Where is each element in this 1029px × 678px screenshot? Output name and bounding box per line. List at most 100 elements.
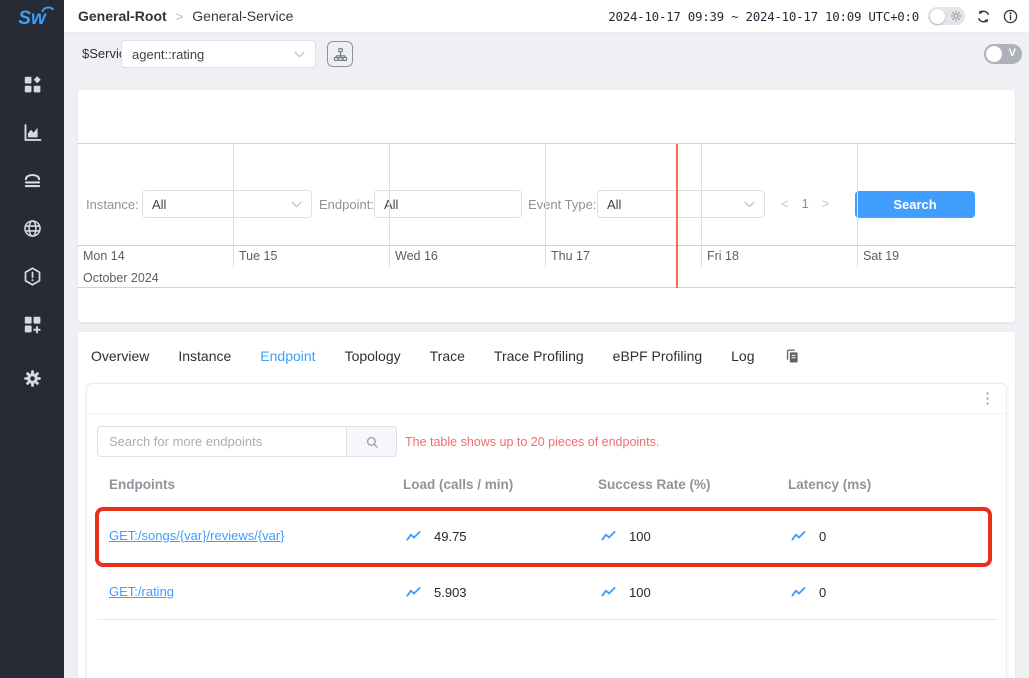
trend-chart-icon[interactable] bbox=[791, 586, 806, 598]
breadcrumb-separator: > bbox=[176, 9, 184, 24]
widget-header: ⋮ bbox=[87, 384, 1006, 414]
org-chart-icon bbox=[333, 47, 348, 62]
success-rate-value: 100 bbox=[629, 529, 651, 544]
sidebar-item-database[interactable] bbox=[20, 169, 44, 191]
endpoint-link[interactable]: GET:/songs/{var}/reviews/{var} bbox=[109, 528, 285, 543]
endpoint-search bbox=[97, 426, 397, 457]
row-divider bbox=[97, 619, 997, 620]
endpoint-limit-notice: The table shows up to 20 pieces of endpo… bbox=[405, 435, 659, 449]
timezone-value: UTC+0:0 bbox=[868, 9, 919, 24]
widget-menu-button[interactable]: ⋮ bbox=[980, 389, 995, 409]
version-toggle-knob bbox=[986, 46, 1002, 62]
sidebar-item-network[interactable] bbox=[20, 217, 44, 239]
theme-toggle[interactable] bbox=[928, 7, 965, 25]
service-select[interactable]: agent::rating bbox=[121, 40, 316, 68]
sidebar-item-dashboards[interactable] bbox=[20, 73, 44, 95]
time-range-value: 2024-10-17 09:39 ~ 2024-10-17 10:09 bbox=[608, 9, 861, 24]
service-select-value: agent::rating bbox=[132, 47, 294, 62]
sidebar-nav bbox=[20, 73, 44, 389]
top-bar: General-Root > General-Service 2024-10-1… bbox=[64, 0, 1029, 33]
tab-ebpf-profiling[interactable]: eBPF Profiling bbox=[613, 348, 702, 364]
refresh-icon bbox=[975, 8, 992, 25]
latency-value: 0 bbox=[819, 529, 826, 544]
globe-icon bbox=[22, 218, 43, 239]
gear-icon bbox=[22, 368, 43, 389]
timeline-column bbox=[78, 144, 234, 245]
tab-topology[interactable]: Topology bbox=[345, 348, 401, 364]
tab-trace[interactable]: Trace bbox=[430, 348, 465, 364]
copy-tab-button[interactable] bbox=[784, 347, 802, 365]
day-label: Tue 15 bbox=[234, 246, 390, 267]
refresh-button[interactable] bbox=[974, 7, 992, 25]
events-timeline-chart[interactable]: Mon 14 Tue 15 Wed 16 Thu 17 Fri 18 Sat 1… bbox=[78, 143, 1015, 288]
endpoint-list-widget: ⋮ The table shows up to 20 pieces of end… bbox=[86, 383, 1007, 678]
column-endpoints: Endpoints bbox=[109, 477, 403, 492]
service-topology-button[interactable] bbox=[327, 41, 353, 67]
skywalking-logo[interactable]: Sw bbox=[18, 5, 45, 33]
dashboard-tabs: Overview Instance Endpoint Topology Trac… bbox=[91, 341, 802, 371]
timeline-day-labels: Mon 14 Tue 15 Wed 16 Thu 17 Fri 18 Sat 1… bbox=[78, 246, 1015, 267]
timeline-column bbox=[546, 144, 702, 245]
day-label: Fri 18 bbox=[702, 246, 858, 267]
alert-hexagon-icon bbox=[22, 266, 43, 287]
version-toggle-label: V bbox=[1009, 47, 1016, 59]
dashboard-panel: Overview Instance Endpoint Topology Trac… bbox=[78, 332, 1015, 678]
load-value: 49.75 bbox=[434, 529, 467, 544]
trend-chart-icon[interactable] bbox=[601, 586, 616, 598]
tab-log[interactable]: Log bbox=[731, 348, 754, 364]
endpoint-table-row: GET:/rating 5.903 100 0 bbox=[109, 565, 994, 619]
timeline-plot-area bbox=[78, 144, 1015, 246]
endpoint-search-button[interactable] bbox=[346, 426, 397, 457]
column-latency: Latency (ms) bbox=[788, 477, 994, 492]
current-time-marker bbox=[676, 144, 678, 288]
endpoint-table-row: GET:/songs/{var}/reviews/{var} 49.75 100… bbox=[109, 507, 994, 565]
latency-value: 0 bbox=[819, 585, 826, 600]
trend-chart-icon[interactable] bbox=[406, 586, 421, 598]
sun-icon bbox=[950, 10, 962, 22]
tab-overview[interactable]: Overview bbox=[91, 348, 149, 364]
sidebar-item-settings[interactable] bbox=[20, 367, 44, 389]
timeline-column bbox=[390, 144, 546, 245]
column-success-rate: Success Rate (%) bbox=[598, 477, 788, 492]
tab-endpoint[interactable]: Endpoint bbox=[260, 348, 315, 364]
service-bar: $Service agent::rating V bbox=[64, 33, 1029, 75]
breadcrumb-current: General-Service bbox=[192, 8, 293, 24]
day-label: Thu 17 bbox=[546, 246, 702, 267]
endpoint-table-header: Endpoints Load (calls / min) Success Rat… bbox=[109, 472, 994, 496]
database-icon bbox=[22, 170, 43, 191]
extensions-plus-icon bbox=[22, 314, 43, 335]
breadcrumb-root[interactable]: General-Root bbox=[78, 8, 167, 24]
sidebar-item-marketplace[interactable] bbox=[20, 121, 44, 143]
time-range-picker[interactable]: 2024-10-17 09:39 ~ 2024-10-17 10:09 UTC+… bbox=[608, 9, 919, 24]
dashboards-icon bbox=[22, 74, 43, 95]
column-load: Load (calls / min) bbox=[403, 477, 598, 492]
version-toggle[interactable]: V bbox=[984, 44, 1022, 64]
sidebar: Sw bbox=[0, 0, 64, 678]
day-label: Sat 19 bbox=[858, 246, 1015, 267]
endpoint-search-input[interactable] bbox=[97, 426, 346, 457]
trend-chart-icon[interactable] bbox=[601, 530, 616, 542]
logo-swoosh-icon bbox=[41, 4, 55, 13]
sidebar-item-alerting[interactable] bbox=[20, 265, 44, 287]
tab-instance[interactable]: Instance bbox=[178, 348, 231, 364]
success-rate-value: 100 bbox=[629, 585, 651, 600]
chevron-down-icon bbox=[294, 51, 305, 58]
endpoint-link[interactable]: GET:/rating bbox=[109, 584, 174, 599]
theme-toggle-knob bbox=[930, 9, 945, 24]
timeline-column bbox=[858, 144, 1015, 245]
day-label: Wed 16 bbox=[390, 246, 546, 267]
trend-chart-icon[interactable] bbox=[406, 530, 421, 542]
chart-icon bbox=[22, 122, 43, 143]
events-panel: Instance: All Endpoint: All Event Type: … bbox=[78, 90, 1015, 322]
copy-icon bbox=[784, 348, 801, 365]
timeline-column bbox=[234, 144, 390, 245]
tab-trace-profiling[interactable]: Trace Profiling bbox=[494, 348, 584, 364]
sidebar-item-extensions[interactable] bbox=[20, 313, 44, 335]
search-icon bbox=[365, 435, 379, 449]
day-label: Mon 14 bbox=[78, 246, 234, 267]
timeline-month-label: October 2024 bbox=[78, 267, 1015, 288]
info-button[interactable] bbox=[1001, 7, 1019, 25]
load-value: 5.903 bbox=[434, 585, 467, 600]
timeline-column bbox=[702, 144, 858, 245]
trend-chart-icon[interactable] bbox=[791, 530, 806, 542]
